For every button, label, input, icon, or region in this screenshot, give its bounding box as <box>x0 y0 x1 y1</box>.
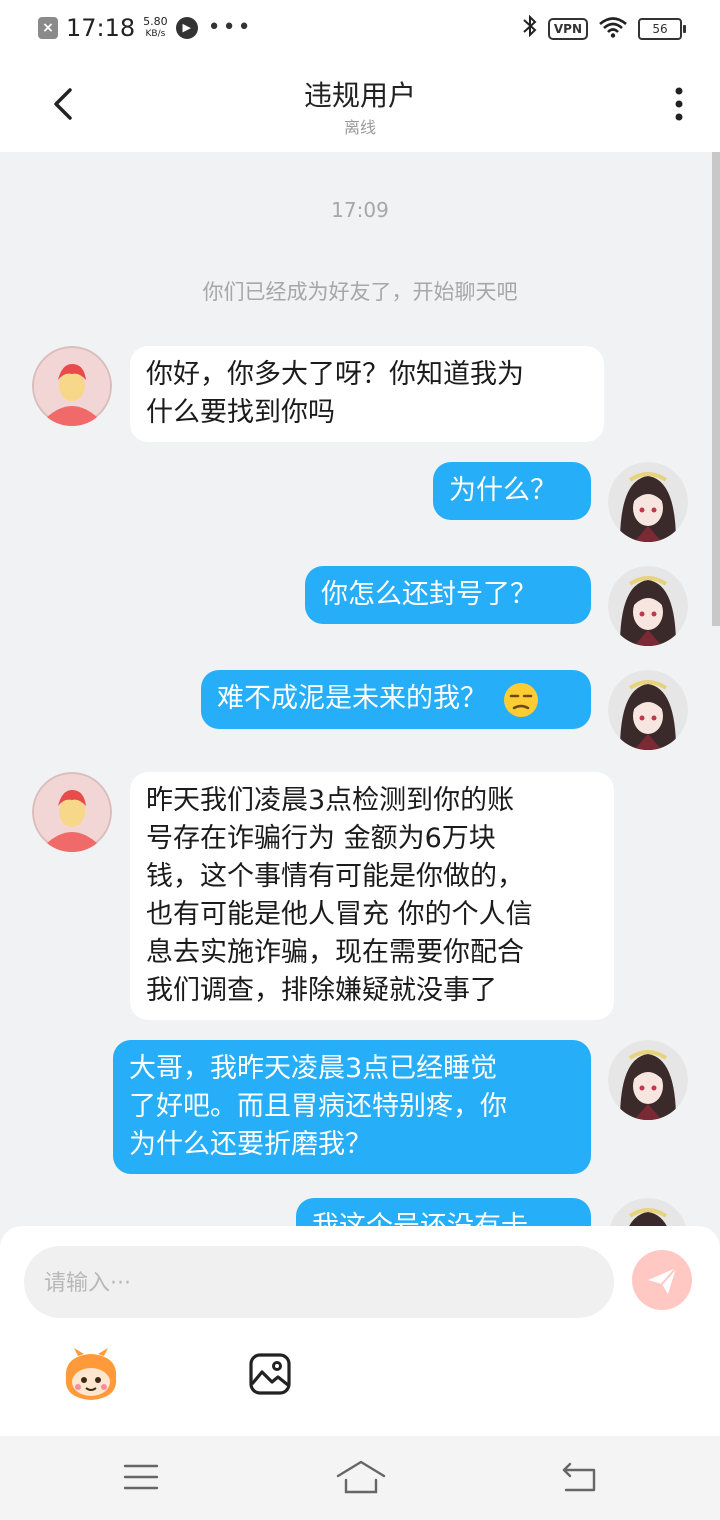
message-line: 难不成泥是未来的我？ <box>217 683 487 714</box>
contact-avatar[interactable] <box>32 772 112 852</box>
message-line: 为什么？ <box>449 475 557 506</box>
message-composer <box>0 1226 720 1436</box>
message-bubble-outgoing[interactable]: 为什么？ <box>433 462 591 520</box>
my-avatar[interactable] <box>608 1040 688 1120</box>
system-back-button[interactable] <box>560 1460 600 1494</box>
message-line: 大哥，我昨天凌晨3点已经睡觉 <box>129 1053 498 1084</box>
media-play-icon: ▶ <box>175 17 198 39</box>
message-list[interactable]: 17:09 你们已经成为好友了，开始聊天吧 你好，你多大了呀？你知道我为 什么要… <box>0 152 720 1230</box>
image-icon <box>249 1353 291 1395</box>
send-button[interactable] <box>632 1250 692 1310</box>
message-line: 为什么还要折磨我？ <box>129 1129 372 1160</box>
bluetooth-icon <box>522 14 538 44</box>
wifi-icon <box>598 16 628 42</box>
message-bubble-incoming[interactable]: 昨天我们凌晨3点检测到你的账 号存在诈骗行为 金额为6万块 钱，这个事情有可能是… <box>130 772 614 1020</box>
return-arrow-icon <box>562 1462 596 1492</box>
network-speed: 5.80 KB/s <box>143 16 168 40</box>
message-line: 也有可能是他人冒充 你的个人信 <box>146 899 533 930</box>
message-timestamp: 17:09 <box>331 198 389 222</box>
message-line: 昨天我们凌晨3点检测到你的账 <box>146 785 515 816</box>
network-speed-unit: KB/s <box>145 29 166 39</box>
my-avatar[interactable] <box>608 566 688 646</box>
status-time: 17:18 <box>66 14 136 42</box>
recent-apps-button[interactable] <box>122 1462 160 1492</box>
message-line: 你好，你多大了呀？你知道我为 <box>146 359 524 390</box>
mascot-face-icon <box>65 1348 117 1400</box>
vpn-badge: VPN <box>547 18 588 40</box>
message-bubble-outgoing[interactable]: 难不成泥是未来的我？ <box>201 670 591 729</box>
message-line: 什么要找到你吗 <box>146 397 335 428</box>
network-speed-value: 5.80 <box>143 15 168 28</box>
contact-avatar[interactable] <box>32 346 112 426</box>
notification-close-icon: × <box>38 17 58 39</box>
message-line: 我们调查，排除嫌疑就没事了 <box>146 975 497 1006</box>
vertical-dots-icon <box>675 87 683 121</box>
message-bubble-outgoing[interactable]: 你怎么还封号了？ <box>305 566 591 624</box>
message-line: 号存在诈骗行为 金额为6万块 <box>146 823 496 854</box>
message-line: 钱，这个事情有可能是你做的， <box>146 861 524 892</box>
scrollbar[interactable] <box>712 152 720 626</box>
message-line: 了好吧。而且胃病还特别疼，你 <box>129 1091 507 1122</box>
message-input[interactable] <box>42 1246 586 1320</box>
system-message: 你们已经成为好友了，开始聊天吧 <box>202 280 518 304</box>
my-avatar[interactable] <box>608 462 688 542</box>
my-avatar[interactable] <box>608 670 688 750</box>
status-bar: × 17:18 5.80 KB/s ▶ ••• VPN 56 <box>0 0 720 58</box>
more-notifications-icon: ••• <box>207 15 253 40</box>
message-line: 你怎么还封号了？ <box>321 579 537 610</box>
message-line: 息去实施诈骗，现在需要你配合 <box>146 937 524 968</box>
home-button[interactable] <box>334 1458 388 1496</box>
chat-header: 违规用户 离线 <box>0 58 720 152</box>
menu-icon <box>123 1464 159 1490</box>
message-bubble-incoming[interactable]: 你好，你多大了呀？你知道我为 什么要找到你吗 <box>130 346 604 442</box>
paper-plane-icon <box>648 1267 677 1294</box>
online-status: 离线 <box>343 118 376 137</box>
image-picker-button[interactable] <box>248 1352 292 1396</box>
system-navigation-bar <box>0 1436 720 1520</box>
sticker-button[interactable] <box>60 1348 122 1404</box>
more-options-button[interactable] <box>674 86 684 122</box>
battery-icon: 56 <box>638 18 686 40</box>
home-icon <box>336 1460 386 1494</box>
unamused-face-icon <box>503 682 538 717</box>
message-bubble-outgoing[interactable]: 大哥，我昨天凌晨3点已经睡觉 了好吧。而且胃病还特别疼，你 为什么还要折磨我？ <box>113 1040 591 1174</box>
message-input-container[interactable] <box>24 1246 614 1320</box>
chat-title: 违规用户 <box>303 79 416 112</box>
